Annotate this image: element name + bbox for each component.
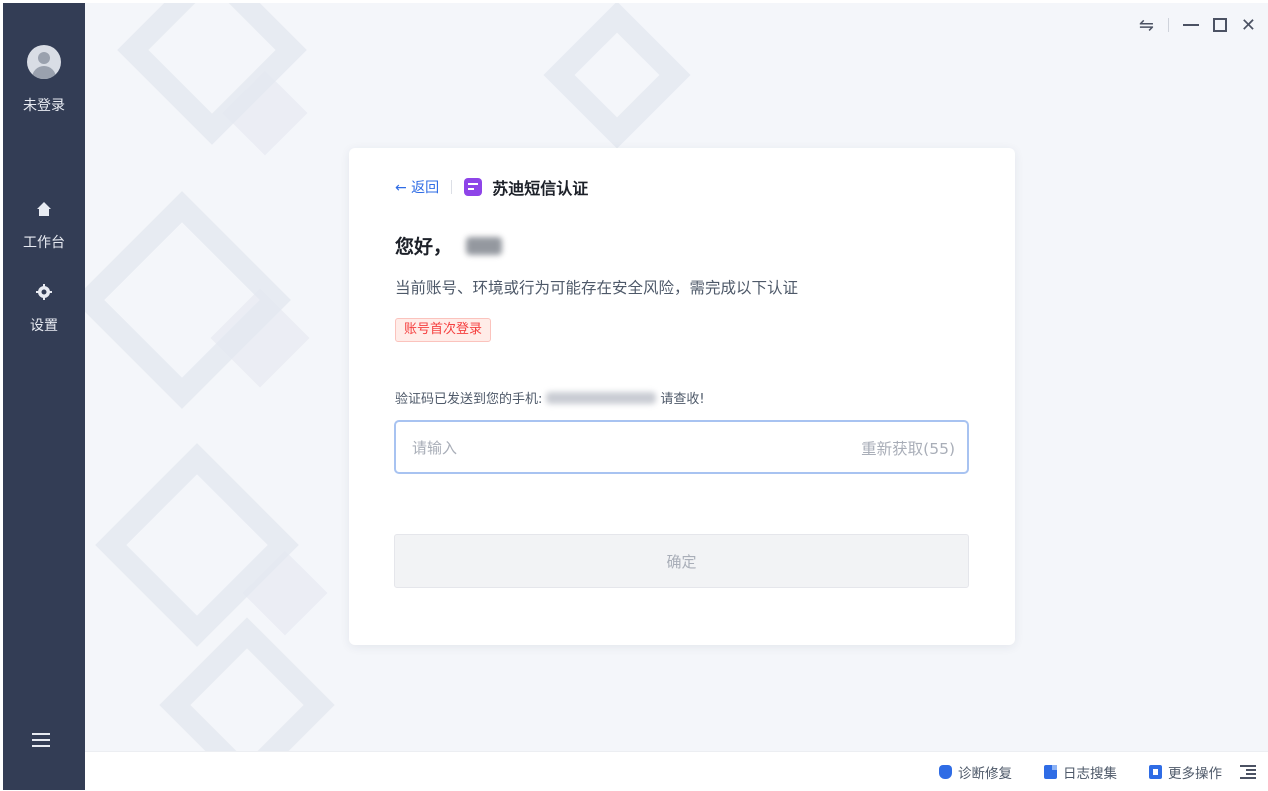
gear-icon xyxy=(3,284,85,304)
switch-icon[interactable]: ⇋ xyxy=(1139,15,1154,36)
greeting-text: 您好， xyxy=(395,236,453,258)
code-sent-suffix: 请查收! xyxy=(660,392,705,407)
card-title: 苏迪短信认证 xyxy=(492,179,589,198)
menu-icon[interactable] xyxy=(32,733,54,751)
footer-item-label: 日志搜集 xyxy=(1063,765,1117,782)
confirm-button[interactable]: 确定 xyxy=(394,534,969,588)
app-window: 未登录 工作台 设置 ⇋ ✕ ← 返回 苏迪短信认证 您好， 当前账号、环境或行… xyxy=(3,3,1268,791)
sidebar: 未登录 工作台 设置 xyxy=(3,3,85,790)
footer-item-label: 更多操作 xyxy=(1168,765,1222,782)
maximize-icon[interactable] xyxy=(1212,18,1227,32)
code-sent-prefix: 验证码已发送到您的手机: xyxy=(395,392,543,407)
avatar[interactable] xyxy=(27,45,61,79)
card-header: ← 返回 苏迪短信认证 xyxy=(395,176,588,198)
avatar-body xyxy=(32,66,56,79)
greeting: 您好， xyxy=(395,232,503,259)
background-decoration xyxy=(543,3,691,149)
avatar-head xyxy=(38,52,50,64)
home-icon xyxy=(3,201,85,221)
footer-item-label: 诊断修复 xyxy=(958,765,1012,782)
resend-code-button[interactable]: 重新获取(55) xyxy=(861,437,955,459)
redacted-phone xyxy=(546,391,657,404)
more-icon xyxy=(1149,764,1162,779)
sms-auth-card: ← 返回 苏迪短信认证 您好， 当前账号、环境或行为可能存在安全风险，需完成以下… xyxy=(349,148,1015,645)
redacted-username xyxy=(466,236,503,255)
window-controls: ⇋ ✕ xyxy=(1139,13,1256,37)
shield-icon xyxy=(939,764,952,779)
sidebar-item-label: 设置 xyxy=(30,318,58,334)
footer-bar: 诊断修复 日志搜集 更多操作 xyxy=(85,751,1268,791)
login-status-label[interactable]: 未登录 xyxy=(3,95,85,115)
sms-icon xyxy=(464,178,483,196)
divider xyxy=(451,180,453,194)
minimize-icon[interactable] xyxy=(1182,24,1199,26)
diagnose-repair-button[interactable]: 诊断修复 xyxy=(939,762,1012,782)
verification-code-input[interactable] xyxy=(410,422,814,474)
log-collect-button[interactable]: 日志搜集 xyxy=(1044,762,1117,782)
status-badge: 账号首次登录 xyxy=(395,318,492,342)
divider xyxy=(1167,18,1169,32)
document-icon xyxy=(1044,764,1057,779)
verification-code-field: 重新获取(55) xyxy=(394,420,969,474)
risk-notice: 当前账号、环境或行为可能存在安全风险，需完成以下认证 xyxy=(395,279,799,297)
main-content: ⇋ ✕ ← 返回 苏迪短信认证 您好， 当前账号、环境或行为可能存在安全风险，需… xyxy=(85,3,1268,751)
code-sent-notice: 验证码已发送到您的手机: 请查收! xyxy=(395,388,705,407)
close-icon[interactable]: ✕ xyxy=(1241,15,1256,36)
back-button[interactable]: ← 返回 xyxy=(395,177,439,197)
more-actions-button[interactable]: 更多操作 xyxy=(1149,762,1222,782)
background-decoration xyxy=(159,617,335,751)
indent-icon[interactable] xyxy=(1240,764,1256,779)
sidebar-item-label: 工作台 xyxy=(23,235,65,251)
